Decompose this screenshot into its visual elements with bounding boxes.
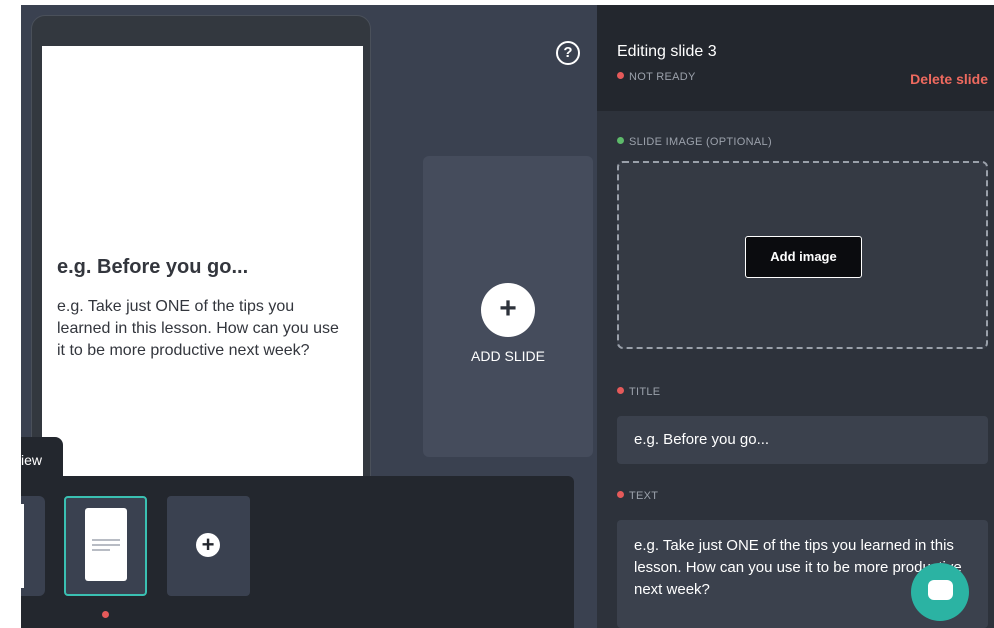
status-dot: [617, 491, 624, 498]
slide-thumbnail-page: [21, 504, 24, 588]
not-ready-indicator-dot: [102, 611, 109, 618]
slide-editor-panel: Editing slide 3 NOT READY Delete slide S…: [597, 5, 994, 628]
document-line: [92, 549, 110, 551]
chat-support-button[interactable]: [911, 563, 969, 621]
image-drop-zone[interactable]: Add image: [617, 161, 988, 349]
text-field-label-text: TEXT: [629, 490, 659, 502]
editor-header: Editing slide 3 NOT READY Delete slide: [597, 5, 994, 111]
plus-icon: +: [481, 283, 535, 337]
delete-slide-link[interactable]: Delete slide: [910, 71, 988, 87]
preview-slide-text: e.g. Take just ONE of the tips you learn…: [57, 298, 339, 359]
lesson-slide-editor: e.g. Before you go... e.g. Take just ONE…: [21, 5, 994, 628]
text-field-label: TEXT: [617, 490, 658, 502]
slide-thumbnail-current[interactable]: [64, 496, 147, 596]
document-icon: [85, 508, 127, 581]
status-dot: [617, 72, 624, 79]
slide-image-label-text: SLIDE IMAGE (OPTIONAL): [629, 136, 772, 148]
slide-status-text: NOT READY: [629, 71, 696, 83]
add-image-button[interactable]: Add image: [745, 236, 862, 278]
slide-preview-screen: e.g. Before you go... e.g. Take just ONE…: [42, 46, 363, 506]
title-input[interactable]: e.g. Before you go...: [617, 416, 988, 464]
add-slide-button[interactable]: + ADD SLIDE: [423, 156, 593, 457]
status-dot: [617, 137, 624, 144]
plus-circle-icon: +: [196, 533, 220, 557]
document-line: [92, 539, 120, 541]
add-slide-label: ADD SLIDE: [471, 348, 545, 364]
slide-preview-device: e.g. Before you go... e.g. Take just ONE…: [31, 15, 371, 535]
add-slide-thumbnail-button[interactable]: +: [167, 496, 250, 596]
editor-heading: Editing slide 3: [617, 43, 717, 60]
slide-thumbnail-bar: +: [21, 476, 574, 628]
help-icon[interactable]: ?: [556, 41, 580, 65]
status-dot: [617, 387, 624, 394]
title-field-label-text: TITLE: [629, 386, 661, 398]
slide-status: NOT READY: [617, 71, 696, 83]
slide-thumbnail-previous[interactable]: [21, 496, 45, 596]
preview-tab[interactable]: iew: [21, 437, 63, 481]
chat-icon: [928, 580, 953, 600]
preview-slide-title: e.g. Before you go...: [57, 256, 249, 278]
title-field-label: TITLE: [617, 386, 660, 398]
document-line: [92, 544, 120, 546]
slide-image-label: SLIDE IMAGE (OPTIONAL): [617, 136, 772, 148]
